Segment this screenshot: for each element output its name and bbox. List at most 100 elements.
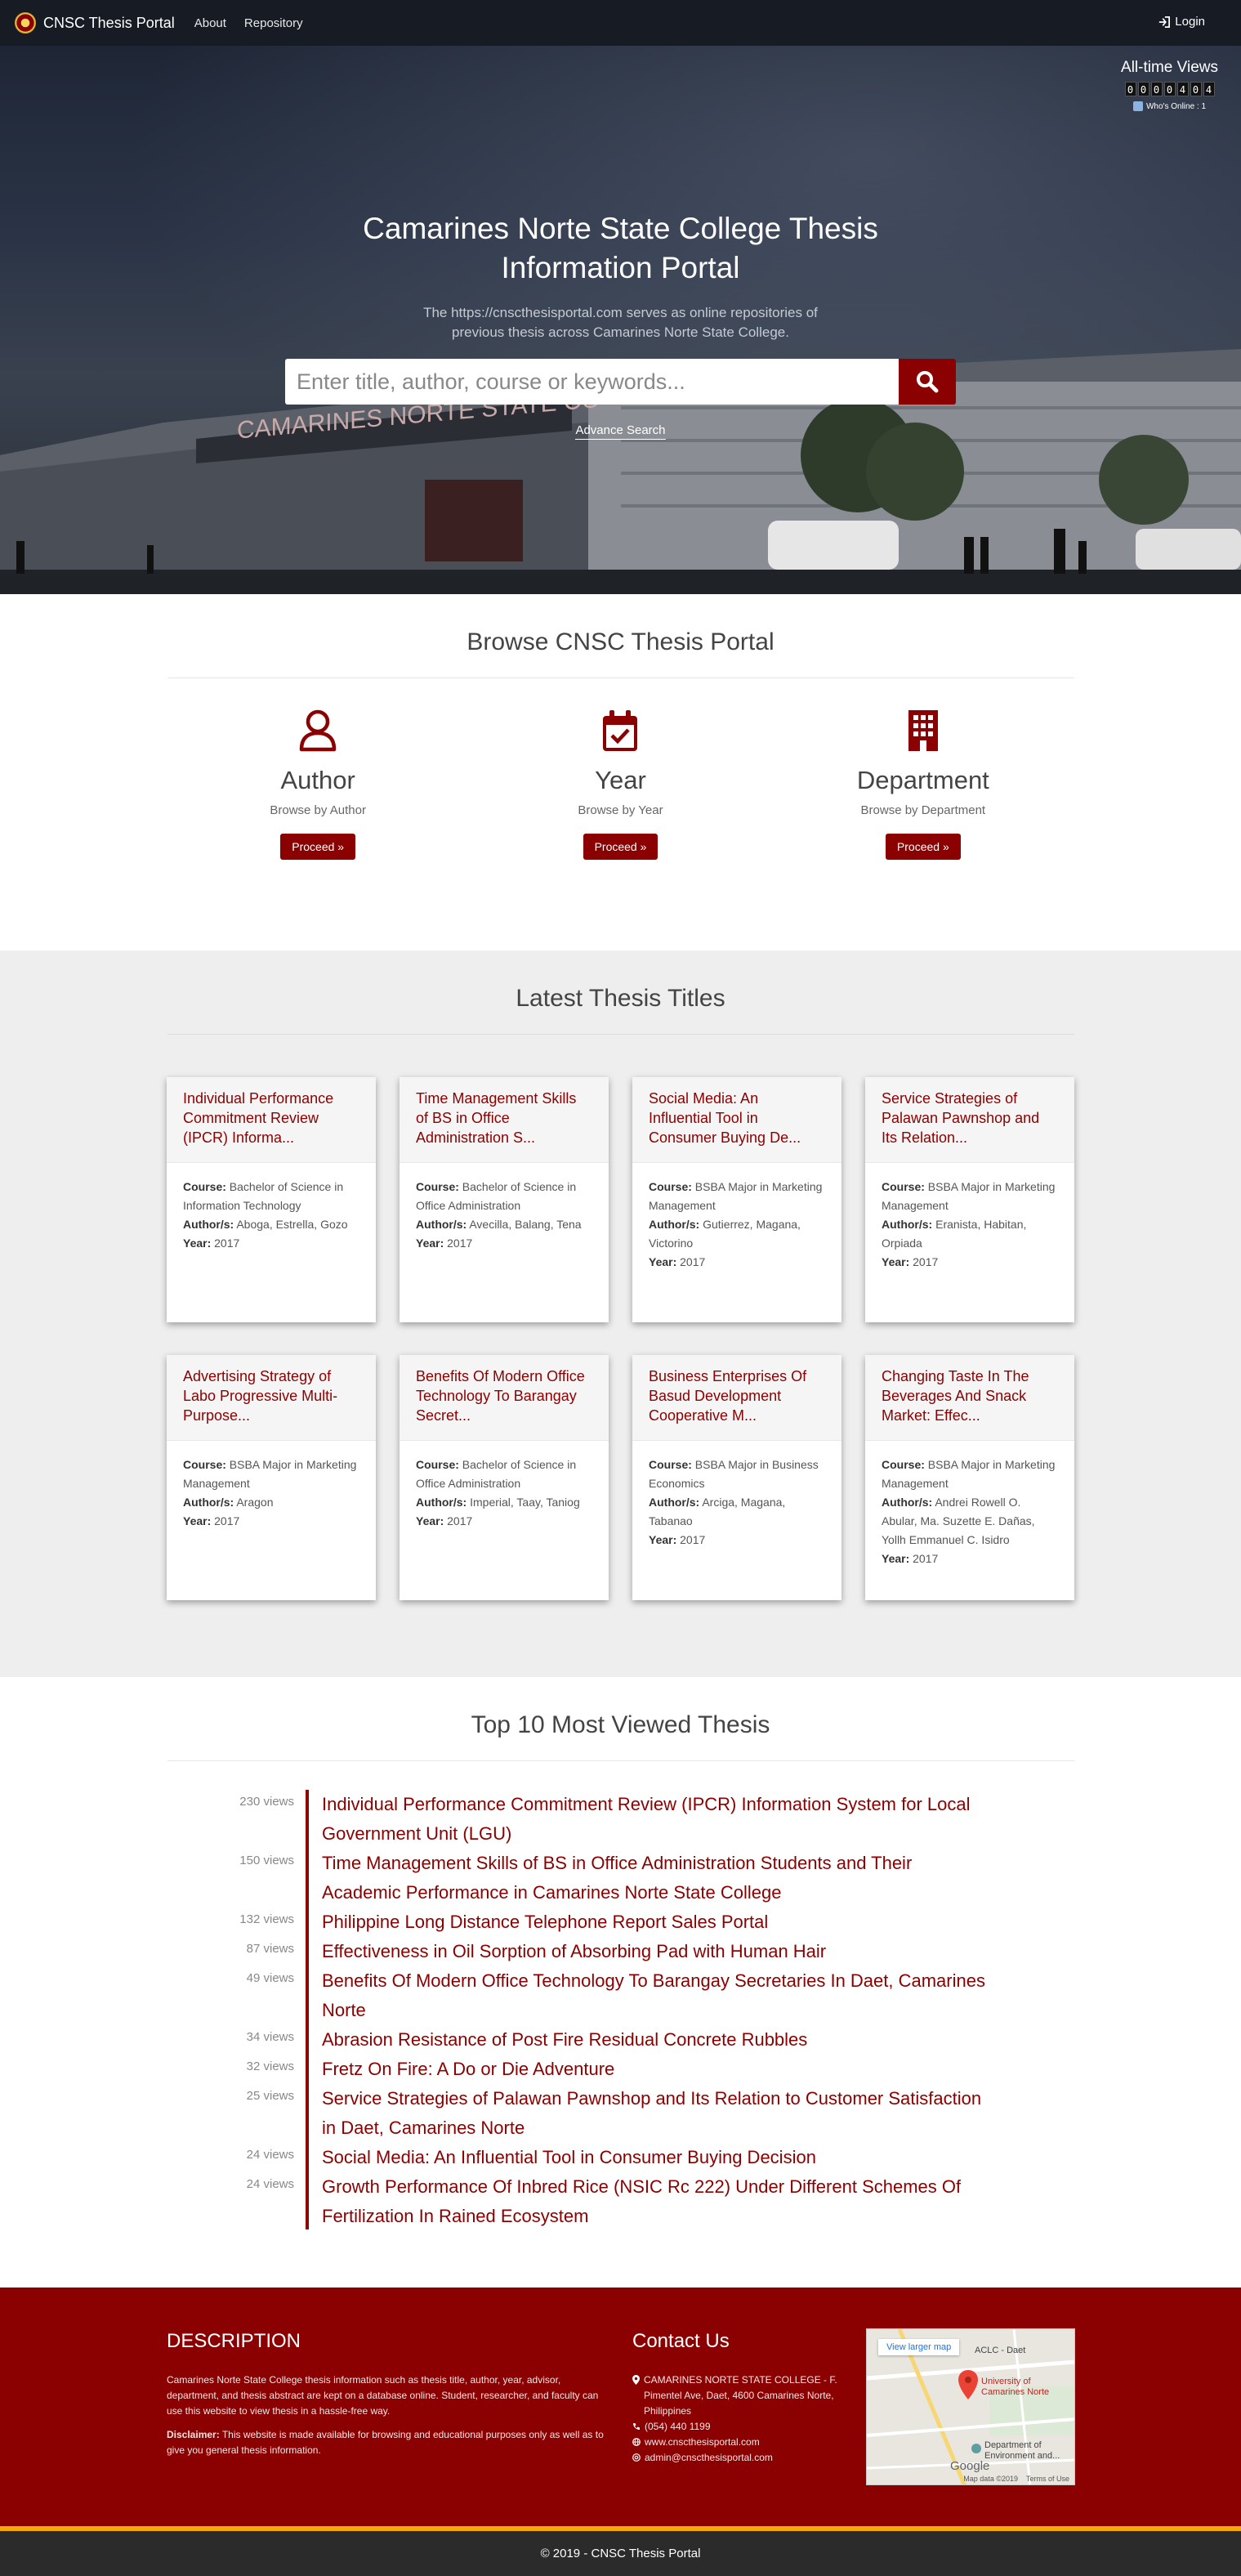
thesis-card[interactable]: Advertising Strategy of Labo Progressive… [167,1355,376,1600]
contact-email[interactable]: admin@cnscthesisportal.com [632,2450,845,2466]
view-count: 24 views [246,2177,294,2191]
view-count: 24 views [246,2148,294,2162]
hero-banner: CAMARINES NORTE STATE CO All-time Views … [0,46,1241,594]
search-button[interactable] [899,359,956,405]
footer-description-text: Camarines Norte State College thesis inf… [167,2374,599,2417]
thesis-card[interactable]: Benefits Of Modern Office Technology To … [400,1355,609,1600]
map-terms-link[interactable]: Terms of Use [1026,2475,1069,2483]
year-label: Year: [882,1552,910,1565]
top-viewed-section: Top 10 Most Viewed Thesis 230 views Indiv… [0,1677,1241,2288]
course-label: Course: [882,1458,925,1471]
year-label: Year: [649,1255,677,1268]
view-count: 49 views [246,1971,294,1985]
login-button[interactable]: Login [1158,15,1205,29]
view-count: 87 views [246,1942,294,1956]
footer-description: DESCRIPTION Camarines Norte State Colleg… [167,2330,608,2458]
thesis-link[interactable]: Growth Performance Of Inbred Rice (NSIC … [322,2172,992,2231]
view-counter-digits: 0 0 0 0 4 0 4 [1121,82,1218,96]
thesis-link[interactable]: Social Media: An Influential Tool in Con… [322,2143,992,2172]
thesis-card[interactable]: Social Media: An Influential Tool in Con… [632,1077,841,1322]
view-counter: All-time Views 0 0 0 0 4 0 4 Who's Onlin… [1121,59,1218,111]
authors-label: Author/s: [649,1496,700,1509]
view-counter-title: All-time Views [1121,59,1218,76]
authors-label: Author/s: [649,1218,700,1231]
thesis-card-title[interactable]: Benefits Of Modern Office Technology To … [416,1366,592,1425]
authors-label: Author/s: [416,1218,467,1231]
thesis-card-title[interactable]: Social Media: An Influential Tool in Con… [649,1089,825,1147]
thesis-card-title[interactable]: Time Management Skills of BS in Office A… [416,1089,592,1147]
thesis-link[interactable]: Service Strategies of Palawan Pawnshop a… [322,2084,992,2143]
authors-label: Author/s: [183,1496,234,1509]
list-item: 132 views Philippine Long Distance Teleph… [167,1907,1074,1937]
authors-label: Author/s: [882,1496,933,1509]
view-larger-map-button[interactable]: View larger map [878,2339,960,2355]
college-logo-icon [15,12,36,34]
counter-digit: 0 [1190,82,1202,96]
browse-year-name: Year [595,766,646,794]
year-label: Year: [183,1237,212,1250]
footer-contact-title: Contact Us [632,2330,730,2352]
contact-website-text[interactable]: www.cnscthesisportal.com [645,2435,760,2450]
map-label-school: University of Camarines Norte [981,2377,1050,2397]
brand[interactable]: CNSC Thesis Portal [15,12,175,34]
list-item: 25 views Service Strategies of Palawan Pa… [167,2084,1074,2143]
whos-online[interactable]: Who's Online : 1 [1121,101,1218,111]
thesis-link[interactable]: Time Management Skills of BS in Office A… [322,1849,992,1907]
brand-name[interactable]: CNSC Thesis Portal [43,15,175,32]
course-label: Course: [649,1180,692,1193]
location-map[interactable]: View larger map ACLC - Daet University o… [866,2328,1075,2485]
contact-website[interactable]: www.cnscthesisportal.com [632,2435,845,2450]
user-online-icon [1132,101,1143,111]
thesis-link[interactable]: Benefits Of Modern Office Technology To … [322,1966,992,2025]
thesis-cards: Individual Performance Commitment Review… [167,1077,1075,1600]
contact-email-text[interactable]: admin@cnscthesisportal.com [645,2450,773,2466]
advance-search-link[interactable]: Advance Search [575,423,666,440]
building-icon [908,710,938,751]
thesis-link[interactable]: Abrasion Resistance of Post Fire Residua… [322,2025,992,2055]
thesis-link[interactable]: Fretz On Fire: A Do or Die Adventure [322,2055,992,2084]
list-item: 32 views Fretz On Fire: A Do or Die Adven… [167,2055,1074,2084]
counter-digit: 0 [1124,82,1136,96]
course-label: Course: [416,1180,459,1193]
thesis-link[interactable]: Philippine Long Distance Telephone Repor… [322,1907,992,1937]
view-count: 25 views [246,2089,294,2103]
disclaimer-label: Disclaimer: [167,2429,220,2440]
thesis-card[interactable]: Business Enterprises Of Basud Developmen… [632,1355,841,1600]
thesis-card[interactable]: Time Management Skills of BS in Office A… [400,1077,609,1322]
at-icon [632,2453,641,2462]
thesis-link[interactable]: Effectiveness in Oil Sorption of Absorbi… [322,1937,992,1966]
browse-year-proceed-button[interactable]: Proceed » [583,834,658,860]
nav-link-repository[interactable]: Repository [244,16,303,30]
thesis-card-title[interactable]: Changing Taste In The Beverages And Snac… [882,1366,1058,1425]
disclaimer-text: This website is made available for brows… [167,2429,604,2456]
thesis-card[interactable]: Service Strategies of Palawan Pawnshop a… [865,1077,1074,1322]
browse-department-sub: Browse by Department [860,803,986,817]
counter-digit: 0 [1150,82,1163,96]
thesis-card-authors: Aboga, Estrella, Gozo [236,1218,348,1231]
globe-icon [632,2438,641,2446]
browse-department-proceed-button[interactable]: Proceed » [885,834,961,860]
calendar-check-icon [603,710,638,751]
thesis-card-title[interactable]: Service Strategies of Palawan Pawnshop a… [882,1089,1058,1147]
map-footer: Map data ©2019 Terms of Use [963,2475,1069,2483]
thesis-card-authors: Avecilla, Balang, Tena [469,1218,582,1231]
nav-link-about[interactable]: About [194,16,226,30]
map-label-dept: Department of Environment and... [984,2440,1060,2461]
thesis-card-title[interactable]: Individual Performance Commitment Review… [183,1089,359,1147]
phone-icon [633,2423,640,2430]
thesis-card[interactable]: Individual Performance Commitment Review… [167,1077,376,1322]
course-label: Course: [183,1458,226,1471]
browse-author-proceed-button[interactable]: Proceed » [280,834,356,860]
thesis-card-title[interactable]: Business Enterprises Of Basud Developmen… [649,1366,825,1425]
search-input[interactable] [285,359,899,405]
browse-author: Author Browse by Author Proceed » [167,709,469,860]
top-viewed-timeline: 230 views Individual Performance Commitme… [167,1790,1074,2231]
search-bar [285,359,956,405]
year-label: Year: [183,1514,212,1527]
copyright-text: © 2019 - CNSC Thesis Portal [540,2547,701,2560]
navbar: CNSC Thesis Portal About Repository Logi… [0,0,1241,46]
search-icon [917,371,939,393]
thesis-card[interactable]: Changing Taste In The Beverages And Snac… [865,1355,1074,1600]
thesis-link[interactable]: Individual Performance Commitment Review… [322,1790,992,1849]
thesis-card-title[interactable]: Advertising Strategy of Labo Progressive… [183,1366,359,1425]
